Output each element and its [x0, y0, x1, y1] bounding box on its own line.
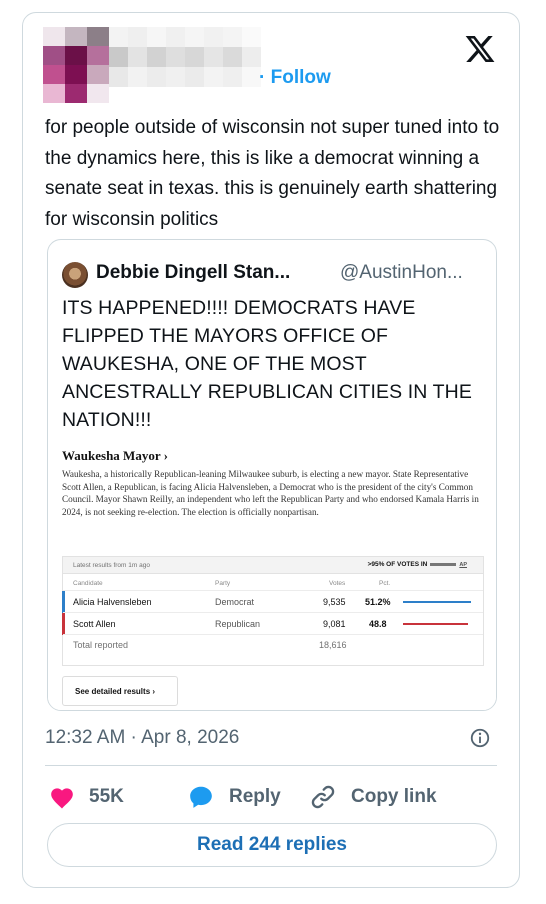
reporting-bar	[430, 562, 457, 566]
total-label: Total reported	[73, 640, 129, 650]
tweet-timestamp[interactable]: 12:32 AM · Apr 8, 2026	[45, 727, 239, 749]
reporting-status: >95% OF VOTES IN AP	[367, 561, 467, 568]
vote-share-bar	[403, 601, 471, 603]
party-color-mark	[62, 591, 65, 613]
copy-link-label: Copy link	[351, 786, 437, 807]
reply-button[interactable]: Reply	[187, 781, 281, 813]
follow-button[interactable]: · Follow	[259, 67, 331, 89]
column-headers: Candidate Party Votes Pct.	[63, 574, 483, 590]
reply-bubble-icon	[190, 786, 212, 808]
col-candidate: Candidate	[73, 580, 103, 587]
col-pct: Pct.	[379, 580, 391, 587]
author-avatar[interactable]	[43, 27, 109, 103]
latest-results-text: Latest results from 1m ago	[73, 562, 150, 569]
candidate-pct: 51.2%	[365, 597, 391, 607]
total-votes: 18,616	[319, 640, 347, 650]
tweet-card: · Follow for people outside of wisconsin…	[22, 12, 520, 888]
see-detailed-results-button[interactable]: See detailed results ›	[62, 676, 178, 706]
action-bar: 55K Reply Copy link	[45, 781, 505, 813]
quoted-author-avatar	[62, 262, 88, 288]
quoted-image: Waukesha Mayor › Waukesha, a historicall…	[48, 440, 496, 710]
quoted-author-name: Debbie Dingell Stan...	[96, 262, 291, 283]
vote-share-bar	[403, 623, 468, 625]
link-icon	[311, 785, 335, 809]
candidate-votes: 9,535	[323, 597, 346, 607]
copy-link-button[interactable]: Copy link	[309, 781, 437, 813]
read-replies-button[interactable]: Read 244 replies	[47, 823, 497, 867]
tweet-text: for people outside of wisconsin not supe…	[45, 117, 500, 230]
author-name[interactable]	[109, 27, 261, 87]
results-title: Waukesha Mayor ›	[62, 448, 168, 463]
quoted-tweet-text: ITS HAPPENED!!!! DEMOCRATS HAVE FLIPPED …	[62, 297, 472, 431]
x-logo-icon[interactable]	[463, 33, 497, 65]
total-row: Total reported 18,616	[63, 634, 483, 654]
party-color-mark	[62, 613, 65, 635]
reply-label: Reply	[229, 786, 281, 807]
candidate-votes: 9,081	[323, 619, 346, 629]
quoted-tweet[interactable]: Debbie Dingell Stan... @AustinHon... ITS…	[47, 239, 497, 711]
results-header: Latest results from 1m ago >95% OF VOTES…	[63, 557, 483, 574]
info-icon[interactable]	[469, 727, 491, 749]
candidate-name: Scott Allen	[73, 619, 116, 629]
like-button[interactable]: 55K	[49, 781, 124, 813]
divider	[45, 765, 497, 766]
source-label: AP	[459, 562, 467, 568]
like-count: 55K	[89, 786, 124, 807]
heart-icon	[51, 788, 73, 809]
candidate-name: Alicia Halvensleben	[73, 597, 152, 607]
candidate-party: Democrat	[215, 597, 255, 607]
results-table: Latest results from 1m ago >95% OF VOTES…	[62, 556, 484, 666]
table-row: Alicia Halvensleben Democrat 9,535 51.2%	[62, 590, 483, 613]
col-votes: Votes	[329, 580, 346, 587]
candidate-pct: 48.8	[369, 619, 387, 629]
quoted-author-handle: @AustinHon...	[340, 262, 463, 283]
candidate-party: Republican	[215, 619, 261, 629]
table-row: Scott Allen Republican 9,081 48.8	[62, 612, 483, 635]
col-party: Party	[215, 580, 231, 587]
results-description: Waukesha, a historically Republican-lean…	[62, 469, 479, 517]
